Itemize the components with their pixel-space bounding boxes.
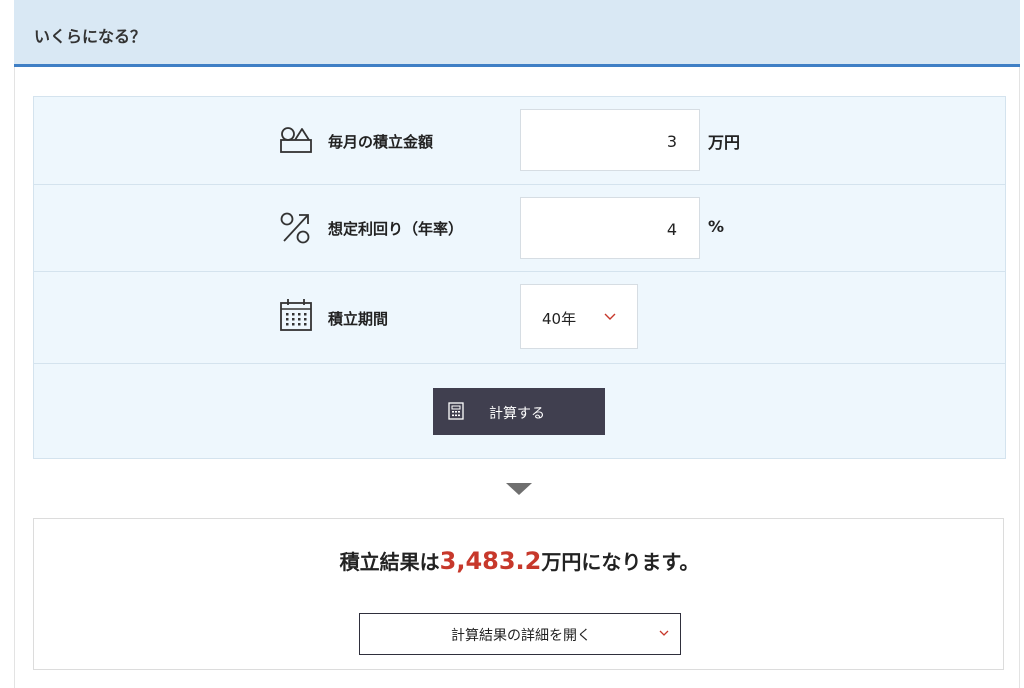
rate-row: 想定利回り（年率） 4 % xyxy=(34,185,1005,272)
rate-value: 4 xyxy=(666,220,677,239)
calendar-icon xyxy=(280,299,312,331)
chevron-down-icon xyxy=(604,313,616,320)
chevron-down-icon xyxy=(659,630,669,636)
calculator-icon xyxy=(448,402,464,420)
open-details-label: 計算結果の詳細を開く xyxy=(451,628,591,644)
section-header: いくらになる？ xyxy=(14,0,1020,67)
monthly-amount-unit: 万円 xyxy=(708,133,741,152)
down-arrow-icon xyxy=(506,483,532,495)
section-title: いくらになる？ xyxy=(34,27,147,46)
result-panel: 積立結果は3,483.2万円になります。 計算結果の詳細を開く xyxy=(33,518,1004,670)
rate-input[interactable]: 4 xyxy=(520,197,700,259)
frame-border-right xyxy=(1019,0,1020,688)
monthly-amount-value: 3 xyxy=(666,132,677,151)
rate-label: 想定利回り（年率） xyxy=(328,220,464,238)
rate-unit: % xyxy=(708,217,725,236)
result-amount: 3,483.2 xyxy=(439,547,542,575)
period-label: 積立期間 xyxy=(328,310,389,328)
period-select[interactable]: 40年 xyxy=(520,284,638,349)
frame-border-left xyxy=(14,0,15,688)
calculate-button[interactable]: 計算する xyxy=(433,388,605,435)
period-selected-value: 40年 xyxy=(542,310,577,328)
result-prefix: 積立結果は xyxy=(339,550,440,574)
open-details-button[interactable]: 計算結果の詳細を開く xyxy=(359,613,681,655)
monthly-amount-label: 毎月の積立金額 xyxy=(328,133,434,151)
piggy-bank-icon xyxy=(280,127,312,153)
calculate-button-label: 計算する xyxy=(489,406,545,422)
monthly-amount-input[interactable]: 3 xyxy=(520,109,700,171)
simulation-form: 毎月の積立金額 3 万円 想定利回り（年率） 4 % 積立期間 40年 計算する xyxy=(33,96,1006,459)
result-suffix: 万円になります。 xyxy=(541,550,700,574)
calc-row: 計算する xyxy=(34,364,1005,458)
result-text: 積立結果は3,483.2万円になります。 xyxy=(34,546,1005,575)
period-row: 積立期間 40年 xyxy=(34,272,1005,364)
monthly-amount-row: 毎月の積立金額 3 万円 xyxy=(34,97,1005,185)
percent-icon xyxy=(280,212,310,244)
